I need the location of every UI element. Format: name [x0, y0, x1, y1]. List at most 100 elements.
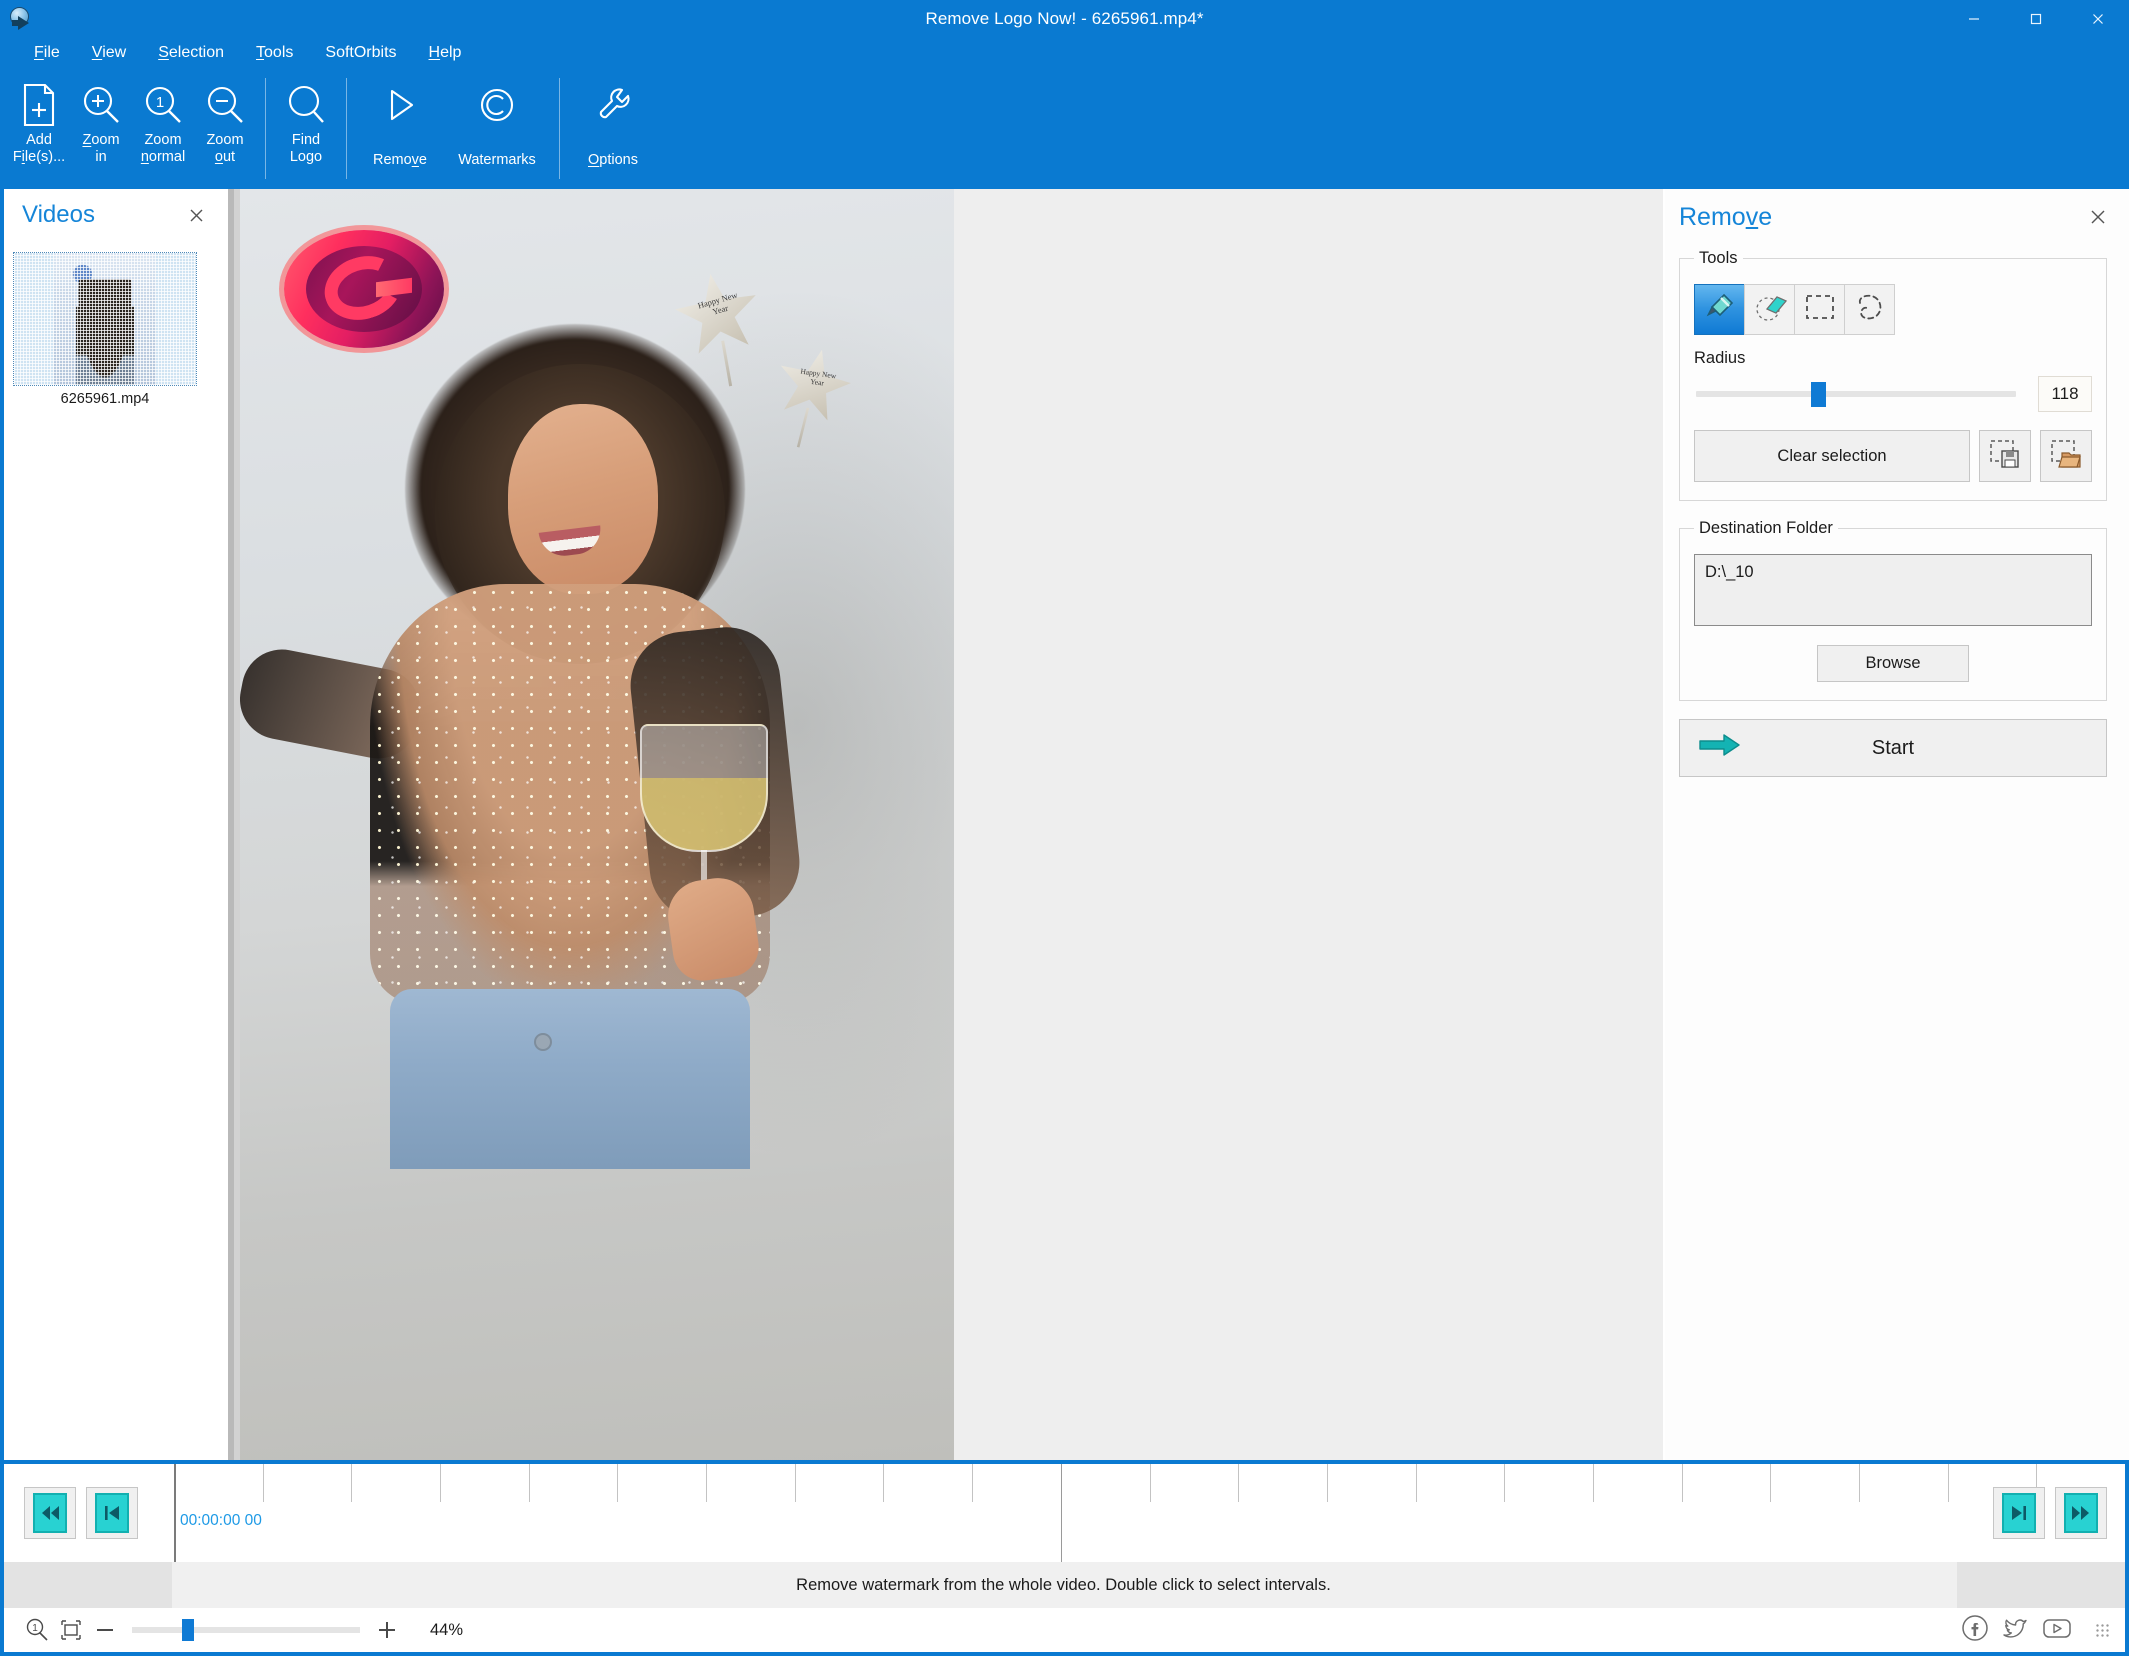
bottom-bar: 00:00:00 00 Remove watermark from the wh…	[0, 1460, 2129, 1656]
timeline[interactable]: 00:00:00 00	[4, 1464, 2125, 1562]
start-button[interactable]: Start	[1679, 719, 2107, 777]
zoom-in-button[interactable]: Zoom in	[70, 72, 132, 178]
radius-slider[interactable]	[1696, 382, 2016, 407]
videos-panel-close-icon[interactable]	[181, 200, 211, 230]
skip-to-start-button[interactable]	[24, 1487, 76, 1539]
status-message: Remove watermark from the whole video. D…	[796, 1575, 1331, 1594]
options-wrench-icon	[592, 80, 634, 130]
watermarks-copyright-icon	[476, 80, 518, 130]
main-body: Videos 6265961.mp4 Happy New Year Happy …	[0, 189, 2129, 1460]
remove-panel-close-icon[interactable]	[2083, 202, 2113, 232]
zoom-bar: 1 44%	[4, 1608, 2125, 1652]
load-selection-button[interactable]	[2040, 430, 2092, 482]
timeline-tick	[1504, 1464, 1506, 1502]
zoom-normal-icon: 1	[142, 80, 184, 130]
remove-label: Remove	[372, 152, 427, 168]
timeline-tick	[351, 1464, 353, 1502]
menu-item-file[interactable]: File	[18, 41, 76, 65]
skip-to-end-button[interactable]	[2055, 1487, 2107, 1539]
zoom-in-icon	[80, 80, 122, 130]
facebook-icon[interactable]	[1961, 1614, 1989, 1647]
timeline-nav-right	[1993, 1487, 2107, 1539]
tools-group-legend: Tools	[1699, 249, 1738, 267]
browse-button[interactable]: Browse	[1817, 645, 1969, 682]
plus-icon[interactable]	[370, 1613, 404, 1647]
status-right-cell	[1957, 1562, 2125, 1608]
remove-panel-header: Remove	[1665, 189, 2129, 245]
marker-tool-button[interactable]	[1694, 284, 1745, 335]
next-frame-button[interactable]	[1993, 1487, 2045, 1539]
find-logo-icon	[285, 80, 327, 130]
radius-slider-thumb[interactable]	[1811, 382, 1827, 407]
remove-button[interactable]: Remove	[356, 72, 444, 178]
minus-icon[interactable]	[88, 1613, 122, 1647]
destination-path-input[interactable]	[1694, 554, 2092, 626]
video-subject-hand	[240, 189, 954, 1460]
zoom-slider-thumb[interactable]	[182, 1619, 195, 1641]
clear-selection-button[interactable]: Clear selection	[1694, 430, 1970, 482]
youtube-icon[interactable]	[2041, 1614, 2073, 1647]
watermarks-button[interactable]: Watermarks	[444, 72, 550, 178]
menu-item-tools[interactable]: Tools	[240, 41, 309, 65]
close-button[interactable]	[2067, 0, 2129, 38]
window-controls	[1943, 0, 2129, 38]
window-title: Remove Logo Now! - 6265961.mp4*	[925, 9, 1204, 28]
timeline-tick	[262, 1464, 264, 1502]
watermarks-label: Watermarks	[458, 152, 536, 168]
minimize-button[interactable]	[1943, 0, 2005, 38]
lasso-select-tool-button[interactable]	[1844, 284, 1895, 335]
application-window: Remove Logo Now! - 6265961.mp4* File Vie…	[0, 0, 2129, 1656]
twitter-icon[interactable]	[2001, 1614, 2029, 1647]
zoom-slider[interactable]	[132, 1619, 360, 1641]
menu-item-softorbits[interactable]: SoftOrbits	[309, 41, 412, 65]
list-item[interactable]: 6265961.mp4	[13, 252, 197, 407]
remove-panel: Remove Tools Radius 118 Clear selection …	[1663, 189, 2129, 1460]
timeline-tick	[1326, 1464, 1328, 1502]
timeline-tick	[972, 1464, 974, 1502]
add-files-label: Add File(s)...	[12, 132, 66, 165]
menu-item-help[interactable]: Help	[413, 41, 478, 65]
toolbar-separator-3	[559, 78, 560, 179]
menu-item-selection[interactable]: Selection	[142, 41, 240, 65]
zoom-normal-button[interactable]: 1 Zoom normal	[132, 72, 194, 178]
videos-panel-header: Videos	[4, 189, 225, 241]
title-bar: Remove Logo Now! - 6265961.mp4*	[0, 0, 2129, 38]
timeline-ruler[interactable]: 00:00:00 00	[174, 1464, 2125, 1562]
lasso-select-icon	[1853, 292, 1887, 327]
find-logo-button[interactable]: Find Logo	[275, 72, 337, 178]
find-logo-label: Find Logo	[289, 132, 323, 165]
resize-grip-icon[interactable]	[2095, 1623, 2109, 1637]
zoom-out-button[interactable]: Zoom out	[194, 72, 256, 178]
video-workspace[interactable]: Happy New Year Happy New Year	[226, 189, 1663, 1460]
options-label: Options	[588, 152, 638, 168]
status-left-cell	[4, 1562, 172, 1608]
previous-frame-button[interactable]	[86, 1487, 138, 1539]
eraser-tool-button[interactable]	[1744, 284, 1795, 335]
save-selection-button[interactable]	[1979, 430, 2031, 482]
copyright-logo-watermark	[280, 226, 450, 351]
load-selection-icon	[2050, 439, 2082, 474]
radius-value[interactable]: 118	[2038, 376, 2092, 412]
video-preview-canvas[interactable]: Happy New Year Happy New Year	[240, 189, 954, 1460]
video-file-name: 6265961.mp4	[60, 391, 150, 407]
video-thumbnail[interactable]	[13, 252, 197, 386]
add-file-icon	[19, 80, 59, 130]
options-button[interactable]: Options	[569, 72, 657, 178]
timeline-playhead[interactable]	[174, 1464, 176, 1562]
browse-row: Browse	[1694, 645, 2092, 682]
zoom-actual-size-icon[interactable]: 1	[20, 1613, 54, 1647]
menu-item-view[interactable]: View	[76, 41, 142, 65]
canvas-left-shadow	[226, 189, 240, 1460]
svg-text:1: 1	[32, 1623, 38, 1634]
videos-panel-title: Videos	[22, 201, 95, 228]
rectangle-select-tool-button[interactable]	[1794, 284, 1845, 335]
status-bar: Remove watermark from the whole video. D…	[4, 1562, 2125, 1608]
skip-to-start-icon	[33, 1493, 67, 1533]
next-frame-icon	[2002, 1493, 2036, 1533]
timeline-tick	[440, 1464, 442, 1502]
fit-to-window-icon[interactable]	[54, 1613, 88, 1647]
timeline-tick	[794, 1464, 796, 1502]
tool-buttons-row	[1694, 284, 2092, 335]
add-files-button[interactable]: Add File(s)...	[8, 72, 70, 178]
maximize-button[interactable]	[2005, 0, 2067, 38]
